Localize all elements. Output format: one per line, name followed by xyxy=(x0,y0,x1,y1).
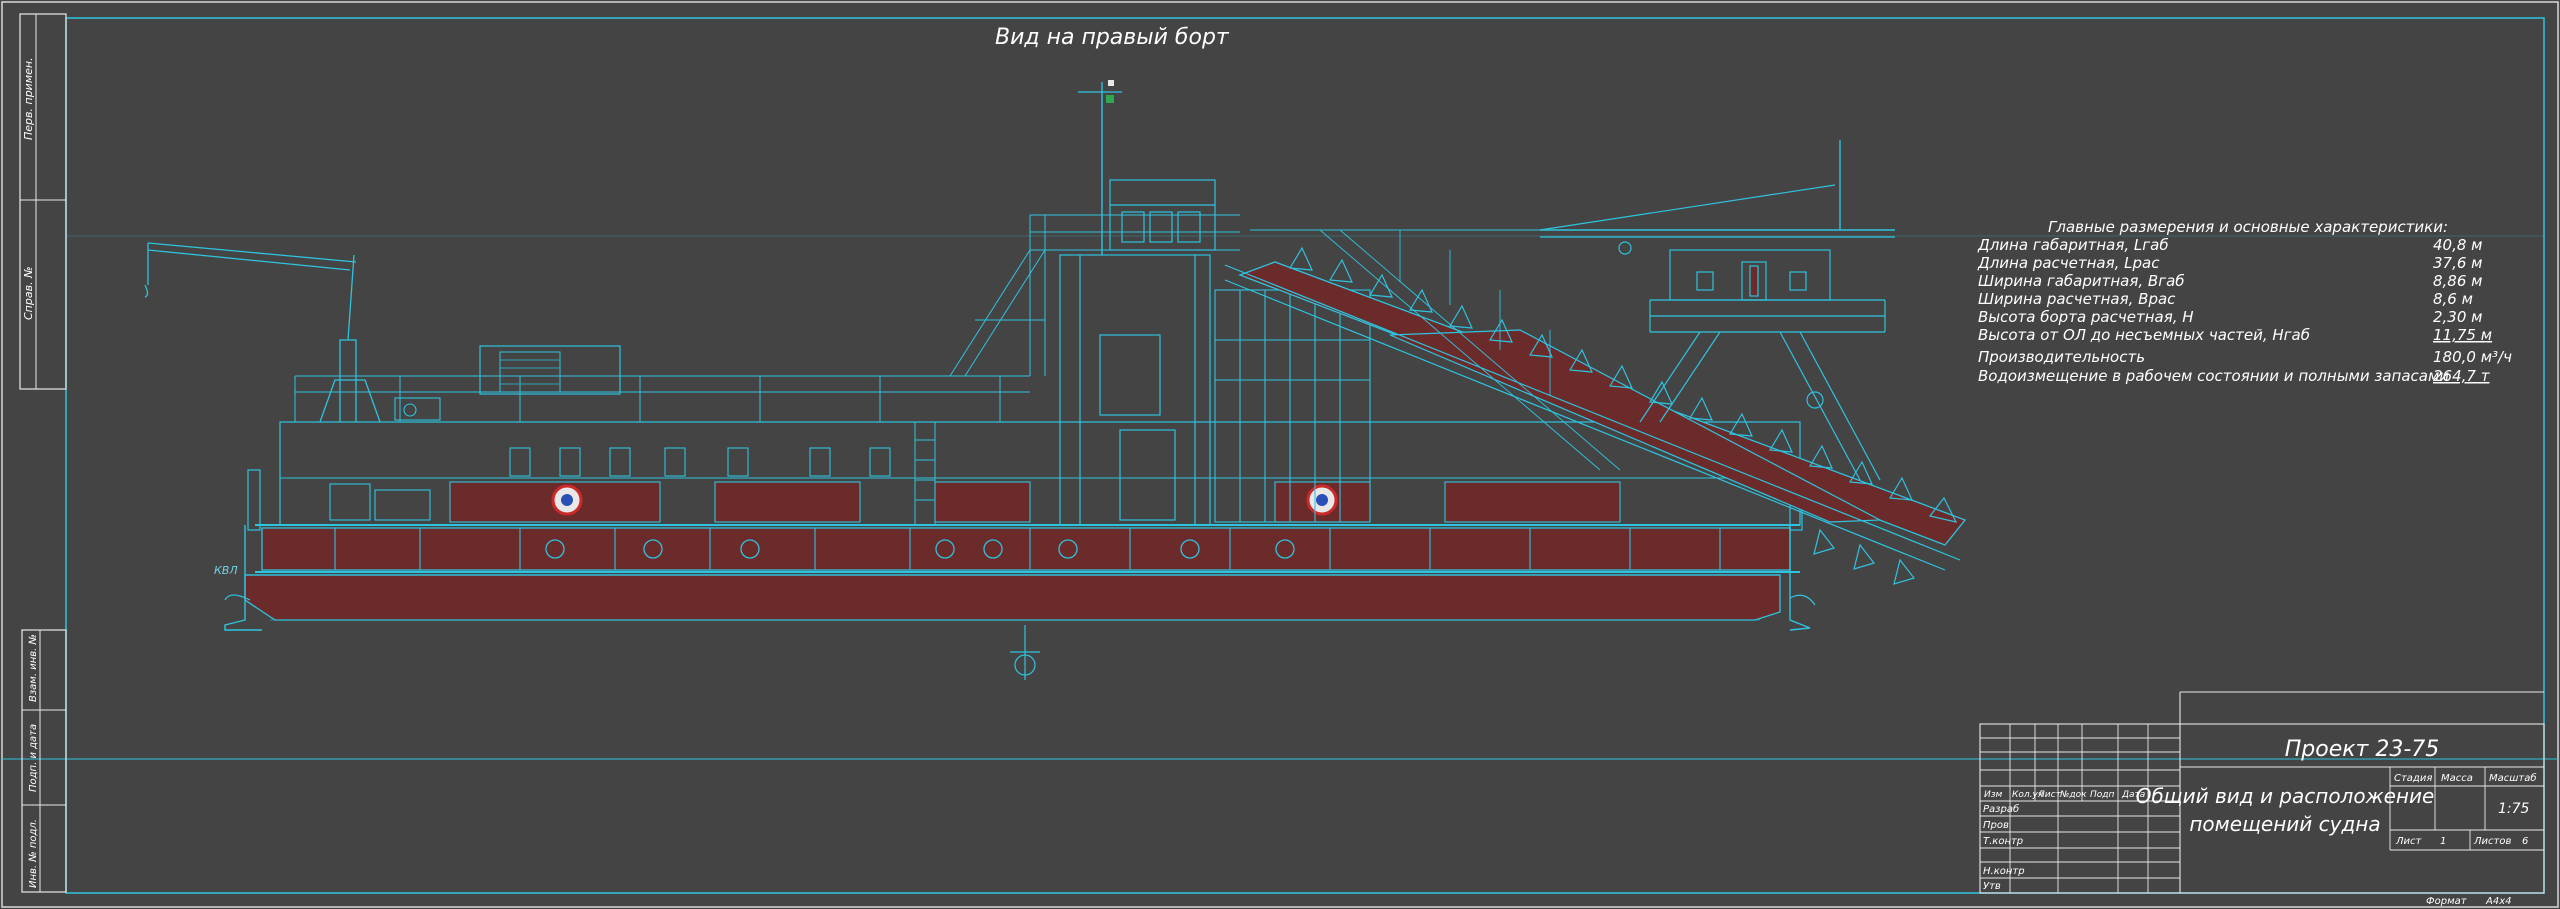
drawing-title-line-1: Общий вид и расположение xyxy=(2136,784,2435,808)
stamp-label-reference: Справ. № xyxy=(22,266,35,320)
spec-value-5: 2,30 м xyxy=(2433,308,2482,326)
format-label: Формат xyxy=(2426,896,2468,907)
waterline-label: КВЛ xyxy=(214,564,238,577)
ship-profile xyxy=(144,80,1967,680)
spec-value-2: 37,6 м xyxy=(2433,254,2482,272)
sheet-outer-border xyxy=(1,1,2559,908)
ship-drawing: Перв. примен. Справ. № Взам. инв. № Подп… xyxy=(1,1,2559,908)
spec-label-4: Ширина расчетная, Bрас xyxy=(1978,290,2176,308)
stamp-label-replace: Взам. инв. № xyxy=(28,634,39,702)
upper-platform-railing xyxy=(949,214,1240,377)
spec-value-1: 40,8 м xyxy=(2433,236,2482,254)
deck-house-windows xyxy=(509,447,891,477)
spec-label-7: Производительность xyxy=(1978,348,2145,366)
role-norm-control: Н.контр xyxy=(1983,866,2025,877)
role-checker: Пров xyxy=(1983,820,2009,831)
hull-upper-band xyxy=(261,527,1791,571)
spec-label-2: Длина расчетная, Lрас xyxy=(1977,254,2160,272)
hull-lower xyxy=(244,574,1781,621)
control-tower xyxy=(1059,80,1216,526)
mass-header: Масса xyxy=(2441,773,2473,784)
spec-value-7: 180,0 м³/ч xyxy=(2433,348,2512,366)
spec-value-4: 8,6 м xyxy=(2433,290,2473,308)
sheet-label: Лист xyxy=(2395,836,2423,847)
scale-header: Масштаб xyxy=(2489,772,2537,784)
sheets-value: 6 xyxy=(2522,836,2528,847)
left-upper-stamp: Перв. примен. Справ. № xyxy=(19,13,67,390)
drawing-title-line-2: помещений судна xyxy=(2189,812,2380,836)
left-lower-stamp: Взам. инв. № Подп. и дата Инв. № подл. xyxy=(21,629,67,893)
col-header-doc: №док xyxy=(2059,790,2087,800)
role-tech-control: Т.контр xyxy=(1983,836,2023,847)
col-header-sheet: Лист xyxy=(2037,790,2062,800)
spec-label-1: Длина габаритная, Lгаб xyxy=(1977,236,2169,254)
scale-value: 1:75 xyxy=(2498,801,2530,817)
role-developer: Разраб xyxy=(1983,803,2019,815)
project-title: Проект 23-75 xyxy=(2285,737,2440,762)
ladders xyxy=(914,422,936,525)
spec-value-8: 264,7 т xyxy=(2433,367,2491,385)
upper-deck-railing xyxy=(294,375,1030,423)
role-approver: Утв xyxy=(1983,881,2001,892)
stage-header: Стадия xyxy=(2394,773,2432,784)
col-header-sign: Подп xyxy=(2090,790,2114,800)
sheet-value: 1 xyxy=(2440,836,2446,847)
specs-table: Главные размерения и основные характерис… xyxy=(1977,218,2512,385)
stern-crane xyxy=(144,242,381,423)
specs-heading: Главные размерения и основные характерис… xyxy=(2048,218,2448,236)
spec-label-3: Ширина габаритная, Bгаб xyxy=(1978,272,2185,290)
stern-machinery xyxy=(329,397,441,521)
spec-label-5: Высота борта расчетная, Н xyxy=(1978,308,2194,326)
stamp-label-inventory: Инв. № подл. xyxy=(28,819,39,888)
format-value: A4x4 xyxy=(2485,896,2511,907)
spec-value-6: 11,75 м xyxy=(2433,326,2492,344)
deck-house-panels xyxy=(449,481,1621,523)
upper-cabin xyxy=(479,345,621,395)
stamp-label-first-use: Перв. примен. xyxy=(22,57,35,140)
spec-label-6: Высота от ОЛ до несъемных частей, Нгаб xyxy=(1978,326,2310,344)
stern-rudder xyxy=(247,469,261,531)
sheet-inner-frame xyxy=(65,17,2545,894)
anchor xyxy=(1010,625,1040,680)
col-header-date: Дата xyxy=(2121,790,2145,800)
spec-label-8: Водоизмещение в рабочем состоянии и полн… xyxy=(1978,367,2449,385)
col-header-change: Изм xyxy=(1984,790,2003,800)
spec-value-3: 8,86 м xyxy=(2433,272,2482,290)
stamp-label-sign-date: Подп. и дата xyxy=(28,724,39,792)
sheets-label: Листов xyxy=(2473,836,2511,847)
view-title: Вид на правый борт xyxy=(995,25,1230,50)
